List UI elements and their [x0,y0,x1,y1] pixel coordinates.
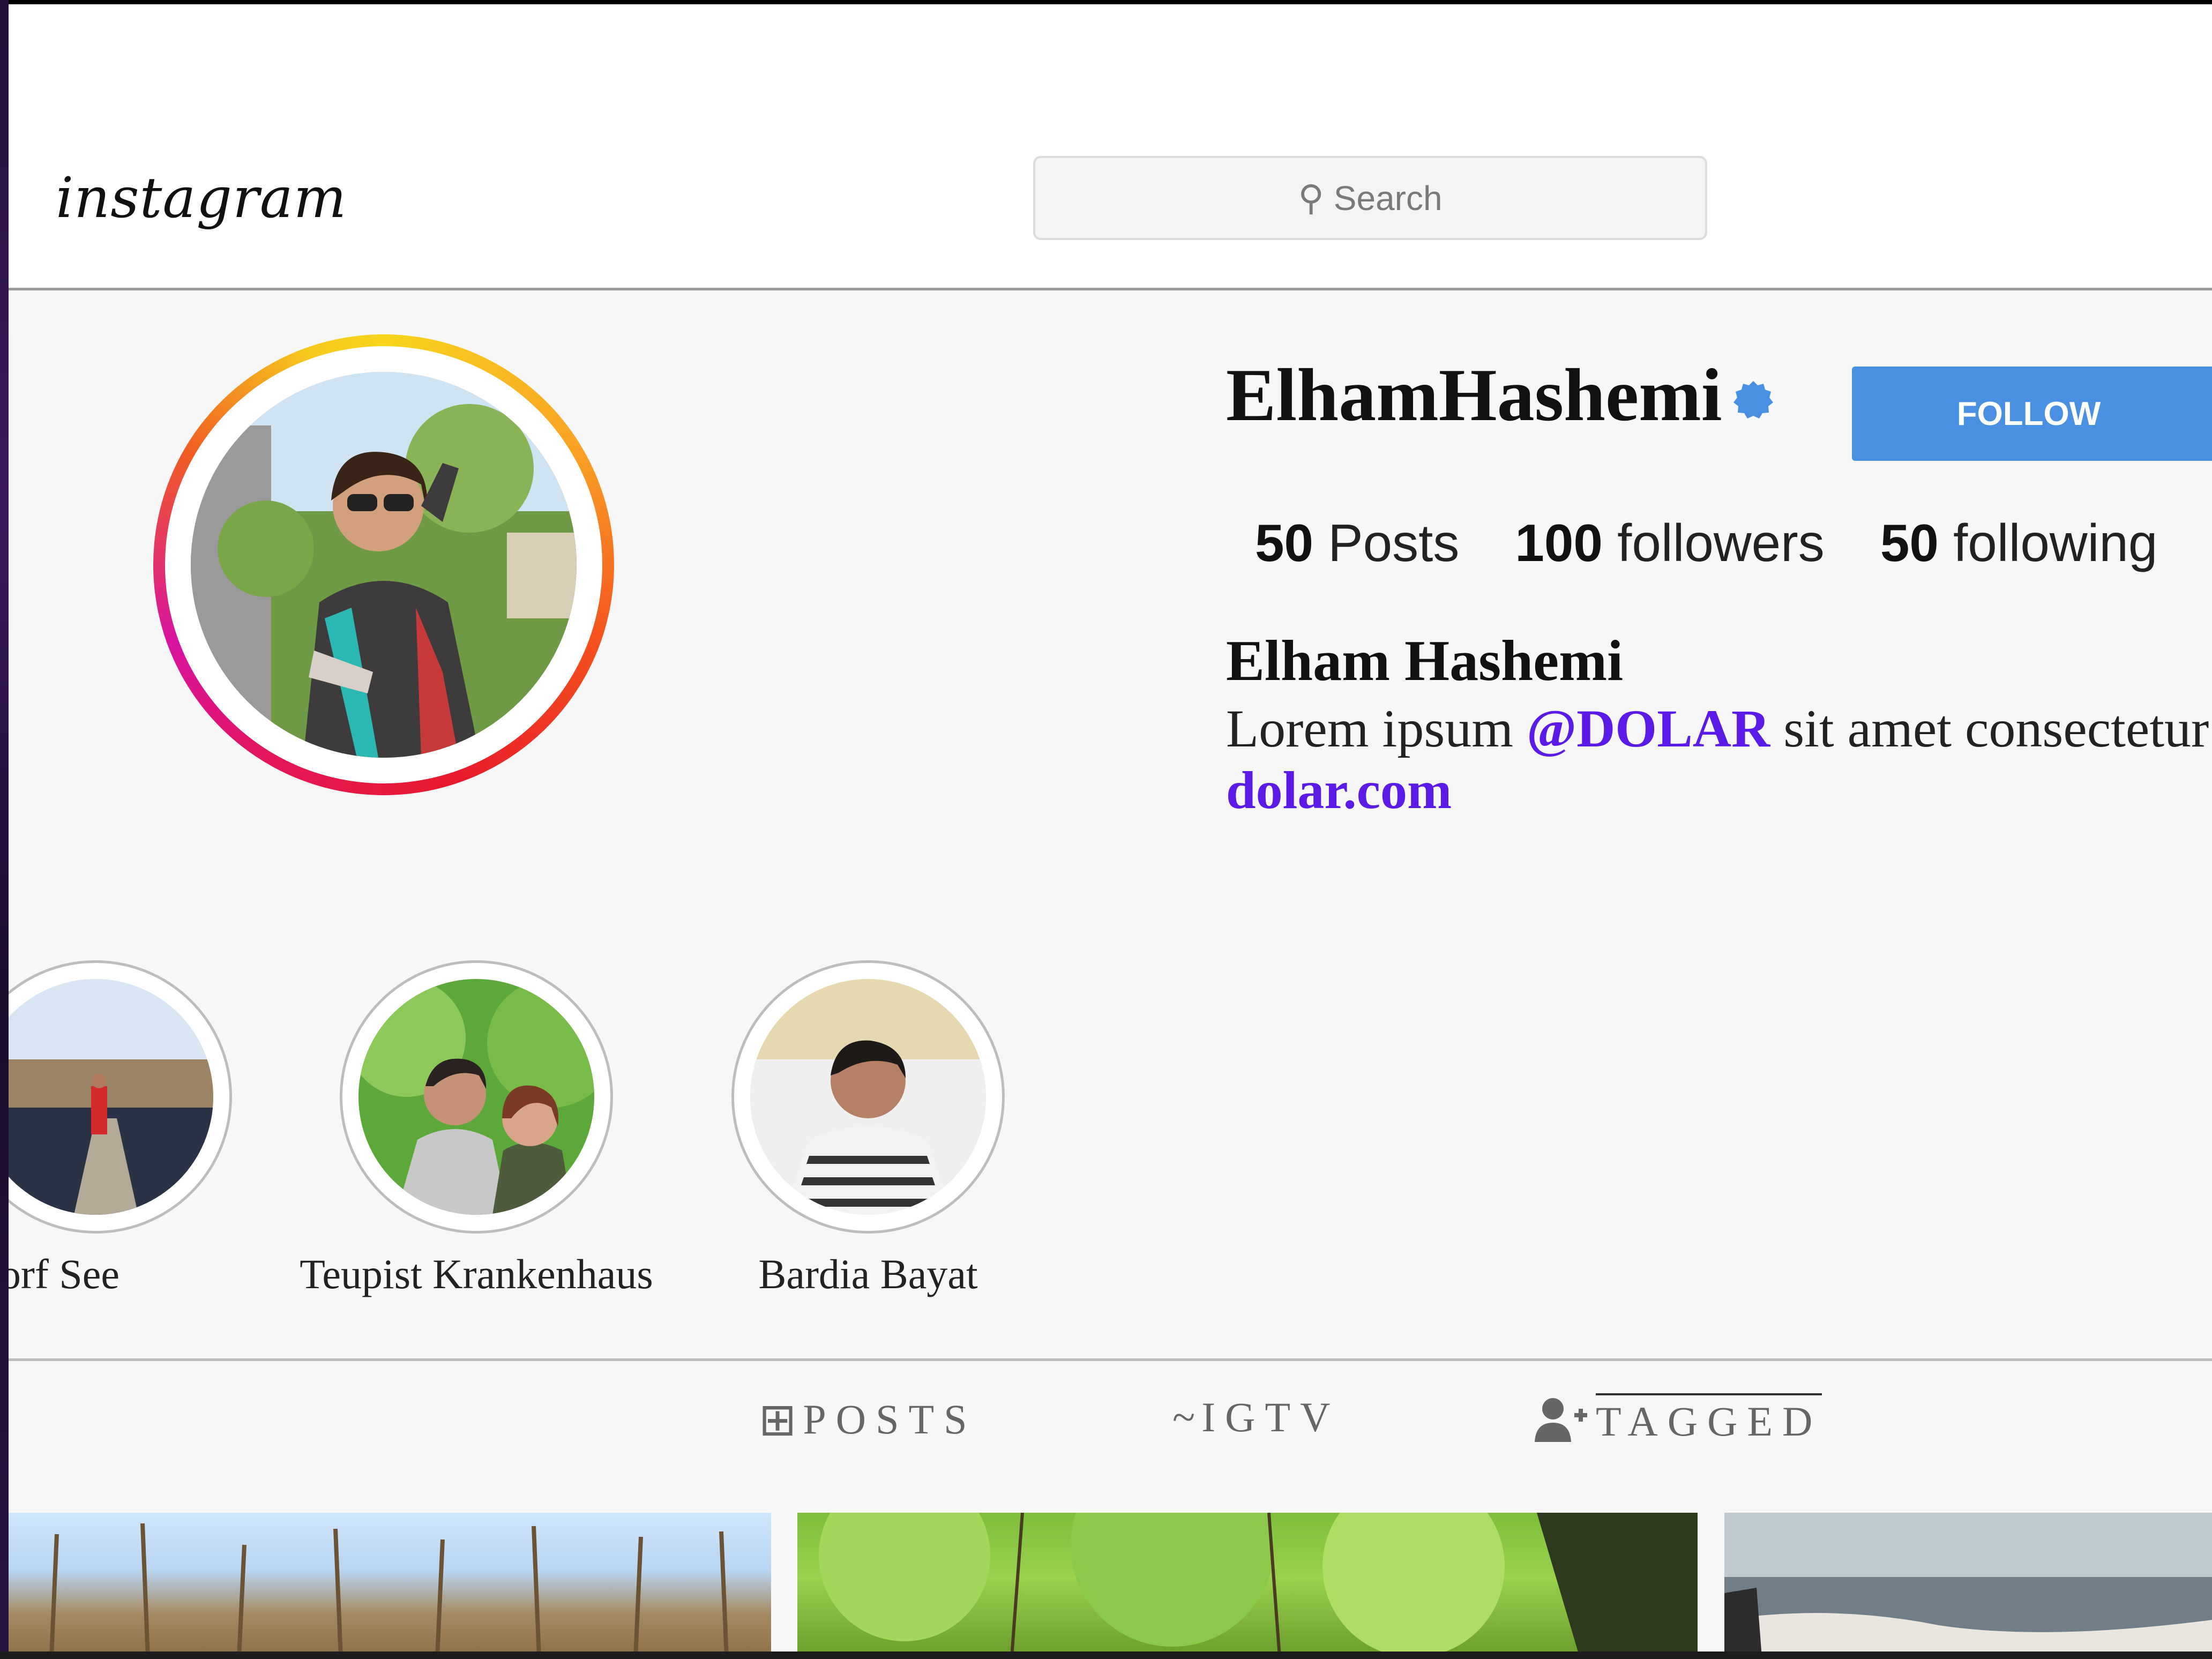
highlight-ring [340,960,613,1234]
story-highlight[interactable]: insdorf See [9,960,232,1297]
user-plus-icon [1535,1398,1587,1442]
search-input[interactable]: ⚲ Search [1033,156,1707,240]
highlight-cover-image [750,979,986,1215]
posts-stat[interactable]: 50 Posts [1255,513,1459,573]
tilde-icon: ~ [1172,1394,1195,1440]
following-count: 50 [1880,513,1939,572]
highlight-ring [731,960,1005,1234]
posts-label: Posts [1328,513,1460,572]
tabs-divider [9,1358,2212,1361]
profile-website-link[interactable]: dolar.com [1226,759,1452,821]
profile-avatar-story-ring[interactable] [153,334,614,795]
post-thumbnail-image [819,1513,1698,1651]
post-thumbnail-image [49,1523,729,1651]
avatar[interactable] [191,372,577,758]
followers-stat[interactable]: 100 followers [1515,513,1824,573]
follow-button[interactable]: FOLLOW [1852,367,2212,461]
bio-text-start: Lorem ipsum [1226,699,1527,758]
profile-full-name: Elham Hashemi [1226,629,1624,693]
top-header: instagram ⚲ Search [9,4,2212,290]
tab-posts[interactable]: ⊞ POSTS [759,1393,977,1446]
bio-mention-link[interactable]: @DOLAR [1527,699,1770,758]
verified-badge-icon [1733,380,1773,419]
following-stat[interactable]: 50 following [1880,513,2158,573]
highlight-cover-image [9,979,213,1215]
tab-tagged-label: TAGGED [1596,1393,1822,1446]
desktop-background-strip [0,0,9,1659]
avatar-photo-image [191,372,577,758]
profile-bio: Lorem ipsum @DOLAR sit amet consectetur [1226,698,2209,759]
profile-username: ElhamHashemi [1226,354,1722,437]
posts-count: 50 [1255,513,1314,572]
followers-label: followers [1617,513,1825,572]
highlight-label: Teupist Krankenhaus [300,1251,653,1297]
grid-icon: ⊞ [759,1393,797,1446]
avatar-inner-border [165,346,602,783]
bio-text-end: sit amet consectetur [1770,699,2209,758]
post-thumbnail-image [1724,1513,2212,1651]
tab-posts-label: POSTS [803,1396,977,1443]
story-highlight[interactable]: Teupist Krankenhaus [300,960,653,1297]
username-row: ElhamHashemi [1226,352,1775,438]
followers-count: 100 [1515,513,1603,572]
search-placeholder: Search [1333,178,1443,218]
post-thumbnail[interactable] [797,1513,1698,1651]
post-thumbnail[interactable] [1724,1513,2212,1651]
following-label: following [1953,513,2158,572]
tab-igtv[interactable]: ~ IGTV [1172,1393,1340,1441]
highlight-label: insdorf See [9,1251,119,1297]
story-highlight[interactable]: Bardia Bayat [731,960,1005,1297]
tab-tagged[interactable]: TAGGED [1534,1393,1822,1446]
instagram-logo[interactable]: instagram [56,165,347,230]
highlight-ring [9,960,232,1234]
taskbar-edge [0,1651,2212,1659]
location-pin-icon: ⚲ [1298,178,1324,218]
highlight-label: Bardia Bayat [758,1251,978,1297]
browser-page: instagram ⚲ Search ElhamHashemi FOLLOW 5… [9,4,2212,1651]
post-thumbnail[interactable] [9,1513,771,1651]
highlight-cover-image [358,979,594,1215]
profile-main: ElhamHashemi FOLLOW 50 Posts 100 followe… [9,290,2212,1651]
profile-stats: 50 Posts 100 followers 50 following [1255,513,2157,573]
tab-igtv-label: IGTV [1201,1394,1340,1440]
